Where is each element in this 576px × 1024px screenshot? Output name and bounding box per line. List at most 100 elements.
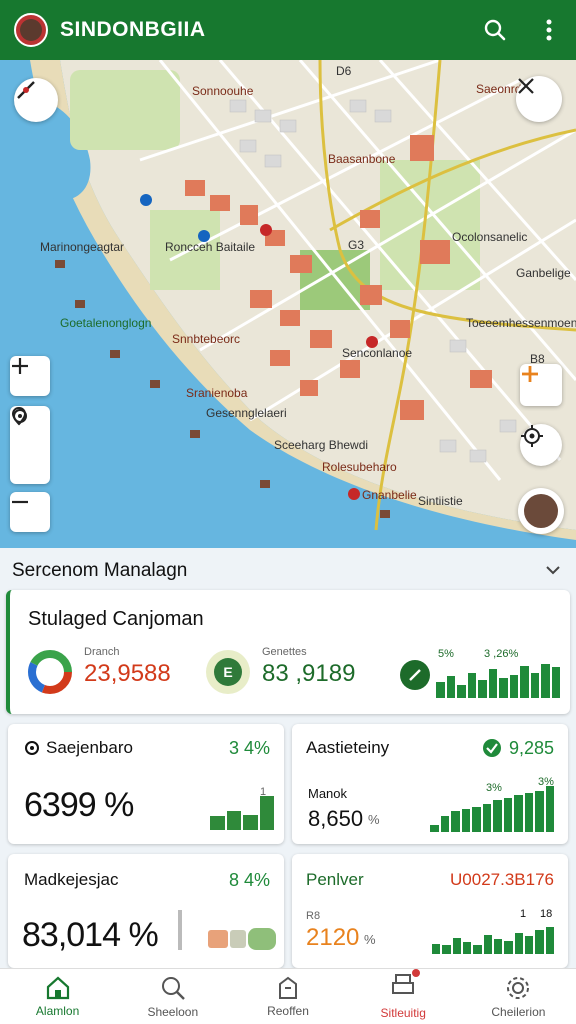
search-icon (161, 976, 185, 1000)
bar (210, 816, 225, 830)
bar (483, 934, 492, 954)
donut-label: Dranch (84, 646, 120, 658)
map-canvas (0, 60, 576, 548)
avatar[interactable] (14, 13, 48, 47)
nav-label: Cheilerion (491, 1004, 546, 1019)
nav-item-home[interactable]: Alamlon (0, 969, 115, 1024)
locate-me-icon[interactable] (10, 406, 30, 426)
card4-percent: U0027.3B176 (450, 870, 554, 889)
card4-value: 2120 (306, 924, 360, 951)
bar (541, 663, 550, 698)
card1-percent: 3 4% (228, 738, 270, 758)
nav-item-receipt[interactable]: Reoffen (230, 969, 345, 1024)
map-label: Sranienoba (186, 386, 248, 400)
bar (436, 681, 445, 698)
main-bar-chart (436, 662, 560, 698)
bars-right-label: 3 ,26% (484, 648, 519, 660)
bar (442, 945, 451, 954)
bar (503, 797, 512, 832)
my-location-button[interactable] (520, 424, 562, 466)
card4-title: Penlver (306, 870, 364, 889)
map-label: Sintiistie (418, 494, 463, 508)
panel-title: Sercenom Manalagn (12, 560, 188, 581)
bars-left-label: 5% (438, 648, 454, 660)
card1-bar-chart (210, 796, 274, 830)
card2-title: Aastieteiny (306, 738, 390, 757)
bar (430, 825, 439, 832)
chevron-down-icon[interactable] (546, 562, 560, 580)
card4-bar-label-b: 18 (540, 908, 553, 920)
metric-card-2[interactable]: Aastieteiny 9,285 Manok 8,650 % 3% 3% (292, 724, 568, 844)
check-circle-icon (483, 739, 501, 757)
bar (461, 809, 470, 832)
map-label: Ocolonsanelic (452, 230, 528, 244)
compass-button[interactable] (14, 78, 58, 122)
bar (530, 672, 539, 698)
search-icon[interactable] (482, 17, 508, 43)
bar (446, 676, 455, 698)
card4-unit: % (364, 932, 376, 947)
bar (551, 667, 560, 698)
metric-card-3[interactable]: Madkejesjac 8 4% 83,014 % (8, 854, 284, 968)
receipt-icon (279, 976, 297, 999)
map-label: Toeeemhessenmoentee (466, 316, 576, 330)
map-label: Gesennglelaeri (206, 406, 287, 420)
trend-icon (400, 660, 430, 690)
bar (259, 796, 274, 830)
bar (226, 811, 241, 830)
crosshair-icon (521, 425, 543, 447)
bar (488, 669, 497, 698)
nav-item-search[interactable]: Sheeloon (115, 969, 230, 1024)
map-label: Senconlanoe (342, 346, 413, 360)
bar (482, 804, 491, 832)
summary-card[interactable]: Stulaged Canjoman Dranch 23,9588 E Genet… (6, 590, 570, 714)
nav-label: Sitleuitig (380, 1006, 426, 1020)
close-icon (518, 78, 534, 94)
map-view[interactable]: Sonnoouhe Marinongeagtar Roncceh Baitail… (0, 60, 576, 548)
bar (514, 795, 523, 832)
bar (494, 939, 503, 954)
bar (457, 685, 466, 698)
donut-value: 23,9588 (84, 660, 171, 687)
bar (509, 674, 518, 698)
green-tile-icon (248, 928, 276, 950)
card3-percent: 8 4% (228, 870, 270, 890)
map-label: Snnbtebeorc (172, 332, 241, 346)
mid-value: 83 ,9189 (262, 660, 356, 687)
bar (504, 940, 513, 954)
bar (493, 799, 502, 832)
map-tools (10, 406, 50, 484)
nav-item-settings[interactable]: Cheilerion (461, 969, 576, 1024)
bar (452, 937, 461, 954)
add-place-button[interactable] (520, 364, 562, 406)
card2-percent: 9,285 (508, 738, 554, 758)
user-avatar-button[interactable] (518, 488, 564, 534)
metric-card-1[interactable]: Saejenbaro 3 4% 6399 % 1 (8, 724, 284, 844)
mid-label: Genettes (262, 646, 307, 658)
map-label: Goetalenonglogn (60, 316, 152, 330)
nav-item-printer[interactable]: Sitleuitig (346, 969, 461, 1024)
bar (451, 811, 460, 832)
map-label: Rolesubeharo (322, 460, 397, 474)
app-title: SINDONBGIIA (60, 18, 206, 41)
zoom-out-button[interactable] (10, 492, 50, 532)
bar (473, 945, 482, 954)
metric-card-4[interactable]: Penlver U0027.3B176 R8 2120 % 1 18 (292, 854, 568, 968)
bar (243, 814, 258, 830)
more-vert-icon[interactable] (536, 17, 562, 43)
target-icon (25, 741, 39, 755)
bottom-panel: Sercenom Manalagn Stulaged Canjoman Dran… (0, 548, 576, 968)
home-icon (46, 976, 69, 999)
card1-title: Saejenbaro (46, 738, 133, 757)
close-map-button[interactable] (516, 76, 562, 122)
card4-sub-label: R8 (306, 910, 321, 922)
card2-value: 8,650 (308, 806, 364, 831)
map-label: Baasanbone (328, 152, 396, 166)
zoom-in-button[interactable] (10, 356, 50, 396)
printer-icon (392, 974, 415, 994)
bar (520, 665, 529, 698)
card1-value: 6399 % (24, 786, 134, 824)
metric-icon: E (206, 650, 250, 694)
bar (499, 678, 508, 698)
printer-icon-wrap (390, 969, 421, 1002)
